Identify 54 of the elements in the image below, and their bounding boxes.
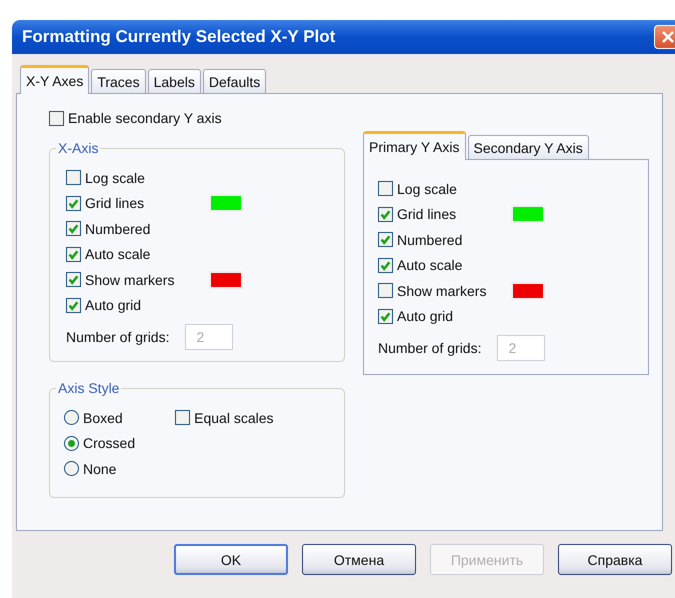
checkbox-label: Auto scale <box>397 257 464 274</box>
color-swatch[interactable] <box>511 282 545 300</box>
field-label: Number of grids: <box>66 329 170 345</box>
group-title: X-Axis <box>56 140 100 156</box>
window-title: Formatting Currently Selected X-Y Plot <box>22 27 336 47</box>
tab[interactable]: Defaults <box>202 69 266 93</box>
color-swatch[interactable] <box>511 205 545 224</box>
checkbox[interactable] <box>378 206 393 222</box>
tab[interactable]: Labels <box>148 69 201 93</box>
group-title: Axis Style <box>56 380 122 396</box>
close-icon <box>661 30 675 44</box>
checkbox[interactable] <box>49 110 64 126</box>
checkbox[interactable] <box>378 181 393 196</box>
checkbox[interactable] <box>66 221 81 236</box>
radio-label: None <box>83 460 116 477</box>
checkbox[interactable] <box>378 258 393 273</box>
tab[interactable]: X-Y Axes <box>20 65 90 94</box>
tab[interactable]: Traces <box>91 69 146 93</box>
dialog-button[interactable]: Справка <box>558 544 672 575</box>
dialog-button[interactable]: Отмена <box>302 544 416 575</box>
checkbox[interactable] <box>66 272 81 288</box>
checkbox-label: Auto grid <box>397 308 454 324</box>
checkbox[interactable] <box>66 196 81 211</box>
checkbox-label: Numbered <box>397 232 464 248</box>
color-swatch[interactable] <box>209 270 243 289</box>
checkbox[interactable] <box>378 283 393 298</box>
checkbox[interactable] <box>66 246 81 262</box>
checkbox-label: Enable secondary Y axis <box>68 110 222 126</box>
radio-label: Boxed <box>83 410 123 426</box>
checkbox-label: Auto grid <box>85 297 142 314</box>
checkbox-label: Show markers <box>397 282 488 299</box>
color-swatch[interactable] <box>209 194 243 212</box>
tab[interactable]: Primary Y Axis <box>363 131 466 160</box>
checkbox-label: Grid lines <box>85 195 146 212</box>
checkbox[interactable] <box>378 232 393 248</box>
close-button[interactable] <box>654 25 675 49</box>
dialog-button[interactable]: OK <box>174 544 288 575</box>
radio-button[interactable] <box>64 436 79 451</box>
checkbox-label: Equal scales <box>194 410 274 426</box>
checkbox-label: Grid lines <box>397 206 458 222</box>
checkbox-label: Log scale <box>85 170 146 186</box>
checkbox-label: Show markers <box>85 272 176 288</box>
checkbox[interactable] <box>378 308 393 324</box>
checkbox[interactable] <box>66 170 81 186</box>
radio-button[interactable] <box>64 461 79 476</box>
tab[interactable]: Secondary Y Axis <box>468 135 589 159</box>
field-label: Number of grids: <box>378 340 482 356</box>
checkbox[interactable] <box>175 410 190 426</box>
checkbox-label: Log scale <box>397 180 458 197</box>
checkbox-label: Auto scale <box>85 246 152 262</box>
radio-label: Crossed <box>83 435 136 452</box>
radio-button[interactable] <box>64 410 79 426</box>
checkbox-label: Numbered <box>85 220 152 237</box>
checkbox[interactable] <box>66 298 81 313</box>
